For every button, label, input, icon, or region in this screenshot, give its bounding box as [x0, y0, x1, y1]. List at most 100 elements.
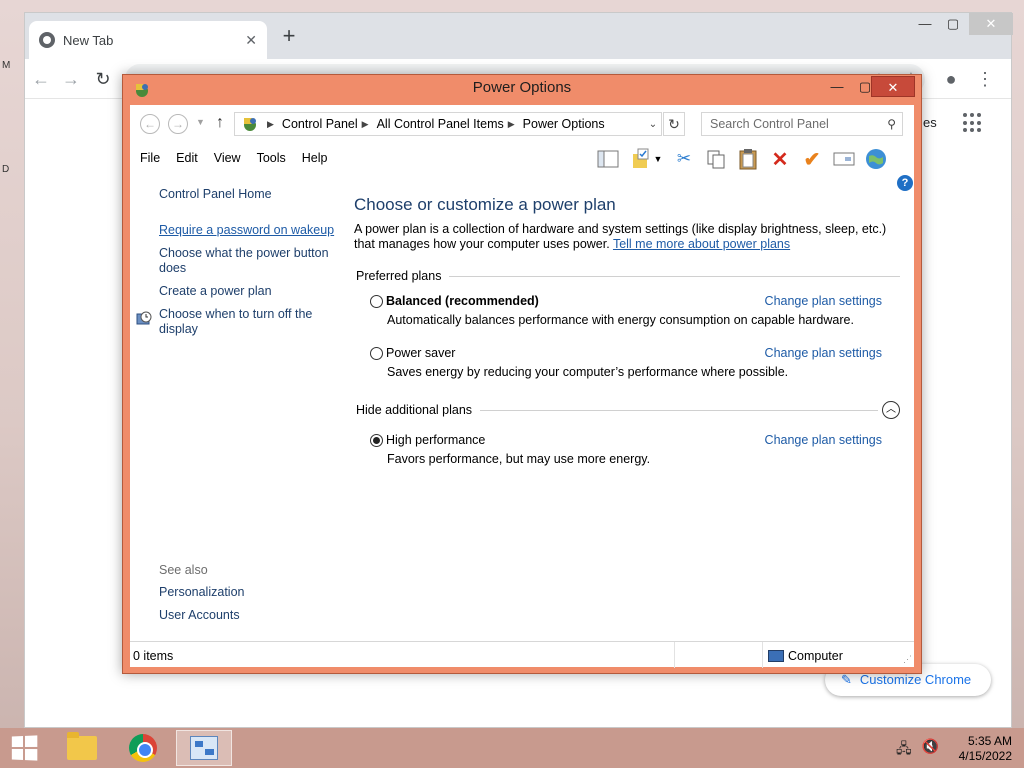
forward-arrow-icon[interactable]: → — [59, 67, 83, 91]
menu-edit[interactable]: Edit — [176, 151, 198, 165]
desktop-icon-partial: D — [2, 164, 10, 175]
help-icon[interactable]: ? — [897, 175, 913, 191]
network-icon[interactable]: 🖧 — [896, 738, 912, 762]
back-arrow-icon[interactable]: ← — [29, 67, 53, 91]
breadcrumb-separator-icon[interactable]: ▶ — [362, 119, 369, 130]
personalization-link[interactable]: Personalization — [159, 585, 339, 600]
balanced-plan-name[interactable]: Balanced (recommended) — [386, 294, 539, 308]
layout-icon[interactable] — [596, 147, 620, 171]
taskbar-clock[interactable]: 5:35 AM 4/15/2022 — [948, 734, 1012, 764]
address-dropdown-chevron-icon[interactable]: ⌄ — [645, 119, 661, 130]
status-divider — [762, 642, 763, 668]
see-also-heading: See also — [159, 563, 208, 577]
power-saver-plan-name[interactable]: Power saver — [386, 346, 455, 360]
power-saver-plan-description: Saves energy by reducing your computer’s… — [387, 365, 789, 379]
breadcrumb-power-options[interactable]: Power Options — [523, 117, 605, 131]
ntp-shortcut-partial-text: es — [923, 115, 937, 130]
search-control-panel-input[interactable]: Search Control Panel ⚲ — [701, 112, 903, 136]
chrome-taskbar-button[interactable] — [115, 730, 171, 766]
chrome-close-button[interactable]: ✕ — [969, 13, 1013, 35]
change-plan-settings-link[interactable]: Change plan settings — [765, 294, 882, 308]
preferred-plans-heading: Preferred plans — [356, 269, 442, 283]
folder-icon — [67, 732, 97, 760]
address-bar[interactable]: ▶ Control Panel ▶ All Control Panel Item… — [234, 112, 662, 136]
change-plan-settings-link[interactable]: Change plan settings — [765, 346, 882, 360]
back-button[interactable]: ← — [140, 114, 160, 134]
chrome-maximize-button[interactable]: ▢ — [937, 13, 969, 35]
page-title: Choose or customize a power plan — [354, 195, 616, 214]
refresh-button[interactable]: ↻ — [663, 112, 685, 136]
copy-icon[interactable] — [704, 147, 728, 171]
cut-icon[interactable]: ✂ — [672, 147, 696, 171]
properties-checkmark-icon[interactable]: ✔ — [800, 147, 824, 171]
user-accounts-link[interactable]: User Accounts — [159, 608, 339, 623]
require-password-link[interactable]: Require a password on wakeup — [159, 223, 339, 238]
control-panel-icon — [190, 736, 218, 760]
balanced-radio[interactable] — [370, 295, 383, 308]
reload-icon[interactable]: ↻ — [91, 67, 115, 91]
delete-icon[interactable]: ✕ — [768, 147, 792, 171]
high-performance-plan-name[interactable]: High performance — [386, 433, 485, 447]
see-also-section: See also Personalization User Accounts — [159, 563, 339, 631]
preferred-plans-group: Preferred plans — [356, 269, 900, 283]
chrome-tab[interactable]: New Tab ✕ — [29, 21, 267, 59]
item-count: 0 items — [133, 649, 174, 663]
status-bar: 0 items Computer ⋰ — [130, 641, 914, 668]
menu-bar: File Edit View Tools Help — [140, 151, 327, 165]
desktop-icon-partial: M — [2, 60, 11, 71]
system-tray: 🖧 🔇 — [896, 738, 939, 762]
chrome-menu-icon[interactable]: ⋮ — [973, 67, 997, 91]
volume-muted-icon[interactable]: 🔇 — [922, 738, 939, 762]
forward-button[interactable]: → — [168, 114, 188, 134]
menu-view[interactable]: View — [214, 151, 241, 165]
minimize-button[interactable]: — — [823, 76, 851, 97]
main-content: Choose or customize a power plan A power… — [354, 195, 902, 466]
status-location: Computer — [768, 649, 843, 663]
intro-text: A power plan is a collection of hardware… — [354, 222, 894, 252]
search-placeholder: Search Control Panel — [710, 117, 829, 131]
chrome-tab-title: New Tab — [63, 32, 114, 48]
rename-icon[interactable] — [832, 147, 856, 171]
google-apps-icon[interactable] — [963, 113, 983, 133]
control-panel-home-link[interactable]: Control Panel Home — [159, 187, 339, 202]
breadcrumb-control-panel[interactable]: Control Panel — [282, 117, 358, 131]
search-icon[interactable]: ⚲ — [887, 113, 896, 135]
recent-locations-chevron-icon[interactable]: ▼ — [196, 117, 205, 127]
hide-additional-plans-heading[interactable]: Hide additional plans — [356, 403, 472, 417]
power-options-window: Power Options — ▢ ✕ ← → ▼ ↑ ▶ Control Pa… — [122, 74, 922, 674]
new-tab-button[interactable]: + — [277, 25, 301, 49]
menu-file[interactable]: File — [140, 151, 160, 165]
balanced-plan-description: Automatically balances performance with … — [387, 313, 854, 327]
close-button[interactable]: ✕ — [871, 76, 915, 97]
group-divider — [449, 275, 900, 277]
chrome-favicon-icon — [39, 32, 55, 48]
paste-icon[interactable] — [736, 147, 760, 171]
resize-grip-icon[interactable]: ⋰ — [903, 654, 912, 665]
file-explorer-taskbar-button[interactable] — [54, 730, 110, 766]
windows-start-icon[interactable] — [11, 735, 38, 761]
clock-time: 5:35 AM — [967, 734, 1012, 748]
profile-avatar-icon[interactable]: ● — [939, 67, 963, 91]
computer-icon — [768, 650, 784, 662]
menu-tools[interactable]: Tools — [257, 151, 286, 165]
window-client-area: ← → ▼ ↑ ▶ Control Panel ▶ All Control Pa… — [130, 105, 914, 668]
control-panel-taskbar-button[interactable] — [176, 730, 232, 766]
globe-icon[interactable] — [864, 147, 888, 171]
collapse-chevron-up-icon[interactable]: ︿ — [882, 401, 900, 419]
breadcrumb-separator-icon[interactable]: ▶ — [267, 119, 274, 130]
tell-me-more-link[interactable]: Tell me more about power plans — [613, 237, 790, 251]
turn-off-display-link[interactable]: Choose when to turn off the display — [159, 307, 339, 337]
power-button-link[interactable]: Choose what the power button does — [159, 246, 339, 276]
clock-date: 4/15/2022 — [958, 749, 1012, 763]
window-title: Power Options — [472, 79, 572, 96]
menu-help[interactable]: Help — [302, 151, 328, 165]
breadcrumb-all-items[interactable]: All Control Panel Items — [377, 117, 504, 131]
high-performance-radio[interactable] — [370, 434, 383, 447]
power-saver-radio[interactable] — [370, 347, 383, 360]
create-power-plan-link[interactable]: Create a power plan — [159, 284, 339, 299]
change-plan-settings-link[interactable]: Change plan settings — [765, 433, 882, 447]
close-tab-icon[interactable]: ✕ — [245, 32, 257, 49]
up-arrow-icon[interactable]: ↑ — [216, 114, 224, 132]
folder-options-icon[interactable]: ▼ — [628, 147, 664, 171]
breadcrumb-separator-icon[interactable]: ▶ — [508, 119, 515, 130]
